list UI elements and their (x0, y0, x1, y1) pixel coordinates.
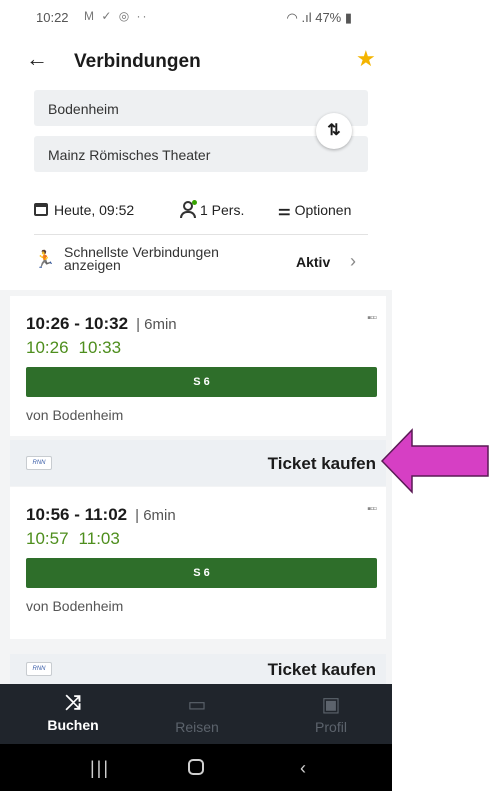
scheduled-times: 10:56 - 11:02 (26, 505, 128, 524)
home-icon[interactable] (188, 759, 204, 775)
line-bar[interactable]: S 6 (26, 558, 377, 588)
to-field[interactable]: Mainz Römisches Theater (34, 136, 368, 172)
back-icon[interactable]: ‹ (300, 758, 306, 779)
nav-profile[interactable]: ▣ Profil (266, 684, 392, 744)
runner-icon: 🏃 (34, 250, 56, 269)
departure-stop: von Bodenheim (26, 598, 124, 614)
options-label: Optionen (294, 202, 352, 218)
connection-card[interactable]: 10:56 - 11:02 | 6min ▪▫▫ 10:57 11:03 S 6 v… (10, 487, 386, 639)
persons-label: 1 Pers. (200, 202, 245, 218)
chevron-right-icon: › (350, 251, 356, 271)
calendar-icon (34, 203, 48, 216)
system-status: ◠ .ıl 47% ▮ (286, 10, 352, 25)
profile-icon: ▣ (321, 694, 341, 716)
rnn-logo-icon: RNN (26, 662, 52, 676)
connection-times: 10:26 - 10:32 | 6min (26, 314, 177, 334)
buy-ticket-button[interactable]: Ticket kaufen (268, 454, 376, 474)
annotation-arrow-icon (380, 428, 489, 494)
bottom-navigation: ⤨ Buchen ▭ Reisen ▣ Profil (0, 684, 392, 744)
favorite-star-icon[interactable]: ★ (356, 46, 376, 72)
duration: | 6min (135, 507, 176, 524)
nav-trips[interactable]: ▭ Reisen (132, 684, 262, 744)
nav-profile-label: Profil (315, 719, 347, 735)
swap-stations-button[interactable]: ⇅ (316, 113, 352, 149)
realtime-departure: 10:57 (26, 529, 69, 548)
occupancy-icon: ▪▫▫ (367, 312, 377, 324)
departure-stop: von Bodenheim (26, 407, 124, 423)
scheduled-times: 10:26 - 10:32 (26, 314, 129, 333)
fastest-connections-toggle[interactable]: 🏃 Schnellste Verbindungen anzeigen Aktiv… (34, 244, 372, 280)
back-arrow-icon[interactable]: ← (26, 46, 48, 72)
fastest-status: Aktiv (296, 254, 331, 270)
divider (34, 234, 368, 235)
status-bar: 10:22 M ✓ ◎ ·· ◠ .ıl 47% ▮ (0, 0, 392, 38)
buy-ticket-row[interactable]: RNN Ticket kaufen (10, 654, 386, 684)
line-bar[interactable]: S 6 (26, 367, 377, 397)
date-selector[interactable]: Heute, 09:52 (34, 202, 134, 218)
realtime-times: 10:57 11:03 (26, 529, 130, 549)
occupancy-icon: ▪▫▫ (367, 503, 377, 515)
realtime-arrival: 11:03 (78, 529, 120, 548)
notification-icons: M ✓ ◎ ·· (84, 9, 149, 23)
app-header: ← Verbindungen ★ (0, 38, 392, 86)
route-icon: ⤨ (65, 692, 81, 714)
android-navigation-bar: ||| ‹ (0, 744, 392, 791)
options-selector[interactable]: ⚌ Optionen (278, 202, 351, 219)
person-dot (192, 200, 197, 205)
page-title: Verbindungen (74, 51, 201, 72)
phone-screen: 10:22 M ✓ ◎ ·· ◠ .ıl 47% ▮ ← Verbindunge… (0, 0, 392, 791)
options-icon: ⚌ (278, 202, 291, 218)
realtime-times: 10:26 10:33 (26, 338, 131, 358)
realtime-arrival: 10:33 (78, 338, 122, 357)
nav-trips-label: Reisen (175, 719, 219, 735)
date-label: Heute, 09:52 (54, 202, 135, 218)
connection-card[interactable]: 10:26 - 10:32 | 6min ▪▫▫ 10:26 10:33 S 6 v… (10, 296, 386, 436)
realtime-departure: 10:26 (26, 338, 69, 357)
person-icon (180, 200, 197, 218)
buy-ticket-button[interactable]: Ticket kaufen (268, 660, 376, 680)
rnn-logo-icon: RNN (26, 456, 52, 470)
recent-apps-icon[interactable]: ||| (90, 758, 110, 779)
duration: | 6min (136, 316, 177, 333)
nav-book[interactable]: ⤨ Buchen (8, 684, 138, 744)
search-options-row: Heute, 09:52 1 Pers. ⚌ Optionen (34, 198, 374, 224)
nav-book-label: Buchen (47, 717, 99, 733)
status-time: 10:22 (36, 10, 69, 25)
connection-times: 10:56 - 11:02 | 6min (26, 505, 176, 525)
fastest-label: Schnellste Verbindungen anzeigen (64, 244, 219, 273)
persons-selector[interactable]: 1 Pers. (180, 200, 245, 218)
ticket-icon: ▭ (187, 694, 207, 716)
buy-ticket-row[interactable]: RNN Ticket kaufen (10, 440, 386, 486)
search-panel: Bodenheim Mainz Römisches Theater ⇅ Heut… (0, 86, 392, 290)
